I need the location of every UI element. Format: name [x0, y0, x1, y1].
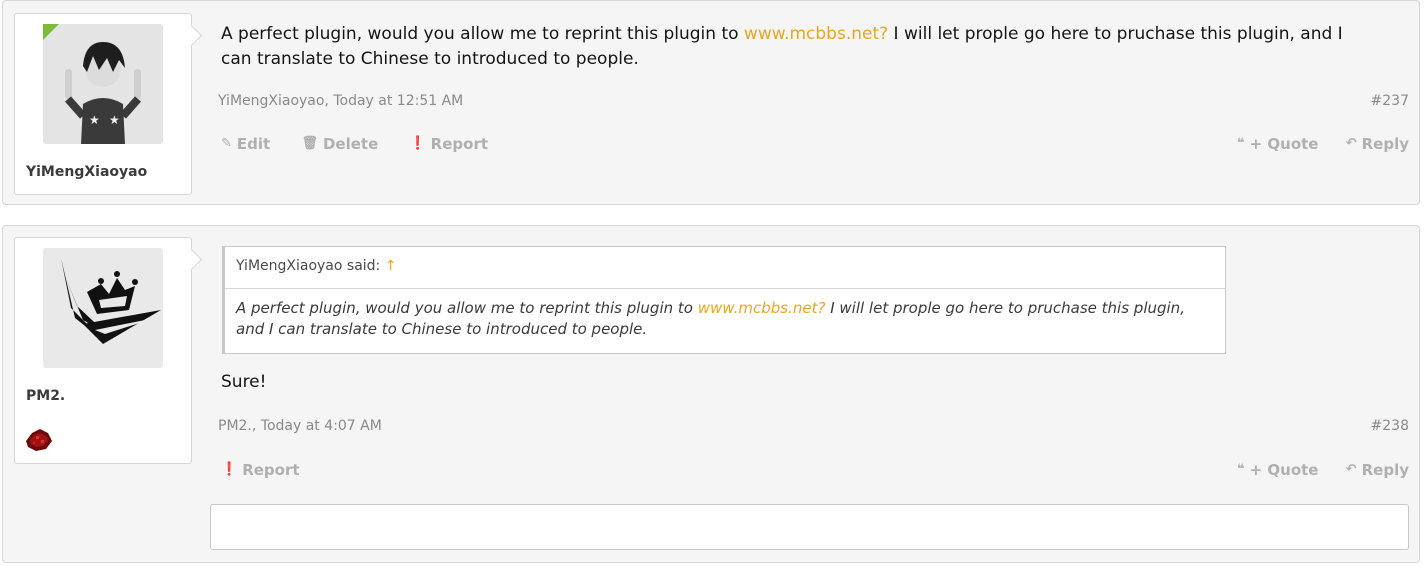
- crown-logo-avatar-icon: [43, 248, 163, 368]
- avatar[interactable]: [43, 248, 163, 368]
- online-indicator: [43, 24, 59, 40]
- trash-icon: 🗑: [301, 136, 318, 151]
- goto-quoted-post-icon[interactable]: ↑: [385, 258, 397, 274]
- delete-button[interactable]: 🗑 Delete: [301, 135, 378, 153]
- post-meta[interactable]: PM2., Today at 4:07 AM: [218, 418, 382, 434]
- quote-button[interactable]: ❝ + Quote: [1237, 461, 1319, 479]
- quote-button[interactable]: ❝ + Quote: [1237, 135, 1319, 153]
- quote-body: A perfect plugin, would you allow me to …: [225, 289, 1225, 340]
- reply-arrow-icon: ↶: [1345, 136, 1357, 151]
- svg-text:★: ★: [89, 113, 100, 127]
- user-info-panel: ★ ★ YiMengXiaoyao: [14, 13, 192, 195]
- quote-text: A perfect plugin, would you allow me to …: [236, 299, 698, 317]
- post-237: ★ ★ YiMengXiaoyao A perfect plugin, woul…: [2, 0, 1420, 205]
- post-number[interactable]: #237: [1371, 93, 1409, 109]
- post-238: PM2. YiMengXiaoyao said: ↑ A perfect plu…: [2, 225, 1420, 563]
- quote-block: YiMengXiaoyao said: ↑ A perfect plugin, …: [222, 246, 1226, 354]
- avatar[interactable]: ★ ★: [43, 24, 163, 144]
- post-meta[interactable]: YiMengXiaoyao, Today at 12:51 AM: [218, 93, 463, 109]
- post-actions-right: ❝ + Quote ↶ Reply: [1215, 133, 1409, 153]
- reply-button[interactable]: ↶ Reply: [1346, 461, 1409, 479]
- quote-author: YiMengXiaoyao said:: [236, 258, 381, 274]
- quote-icon: ❝: [1236, 136, 1245, 151]
- quick-reply-input[interactable]: [210, 504, 1409, 550]
- message-body: A perfect plugin, would you allow me to …: [221, 22, 1371, 72]
- post-number[interactable]: #238: [1371, 418, 1409, 434]
- user-info-panel: PM2.: [14, 237, 192, 464]
- anime-boy-avatar-icon: ★ ★: [43, 24, 163, 144]
- report-button[interactable]: ❗ Report: [409, 135, 488, 153]
- edit-button[interactable]: ✎ Edit: [221, 135, 270, 153]
- username[interactable]: PM2.: [26, 388, 65, 404]
- alert-icon: ❗: [221, 462, 238, 477]
- message-link[interactable]: www.mcbbs.net?: [744, 24, 888, 44]
- reply-arrow-icon: ↶: [1345, 462, 1357, 477]
- svg-text:★: ★: [109, 113, 120, 127]
- post-actions-right: ❝ + Quote ↶ Reply: [1215, 459, 1409, 479]
- report-button[interactable]: ❗ Report: [221, 461, 300, 479]
- message-body: Sure!: [221, 372, 267, 392]
- quote-icon: ❝: [1236, 462, 1245, 477]
- username[interactable]: YiMengXiaoyao: [26, 164, 147, 180]
- pencil-icon: ✎: [221, 136, 232, 151]
- redstone-icon: [26, 429, 52, 451]
- alert-icon: ❗: [409, 136, 426, 151]
- reply-button[interactable]: ↶ Reply: [1346, 135, 1409, 153]
- quote-link[interactable]: www.mcbbs.net?: [698, 299, 826, 317]
- message-text: A perfect plugin, would you allow me to …: [221, 24, 744, 44]
- post-actions-left: ✎ Edit 🗑 Delete ❗ Report: [221, 133, 514, 153]
- post-actions-left: ❗ Report: [221, 459, 326, 479]
- quote-header: YiMengXiaoyao said: ↑: [225, 247, 1225, 289]
